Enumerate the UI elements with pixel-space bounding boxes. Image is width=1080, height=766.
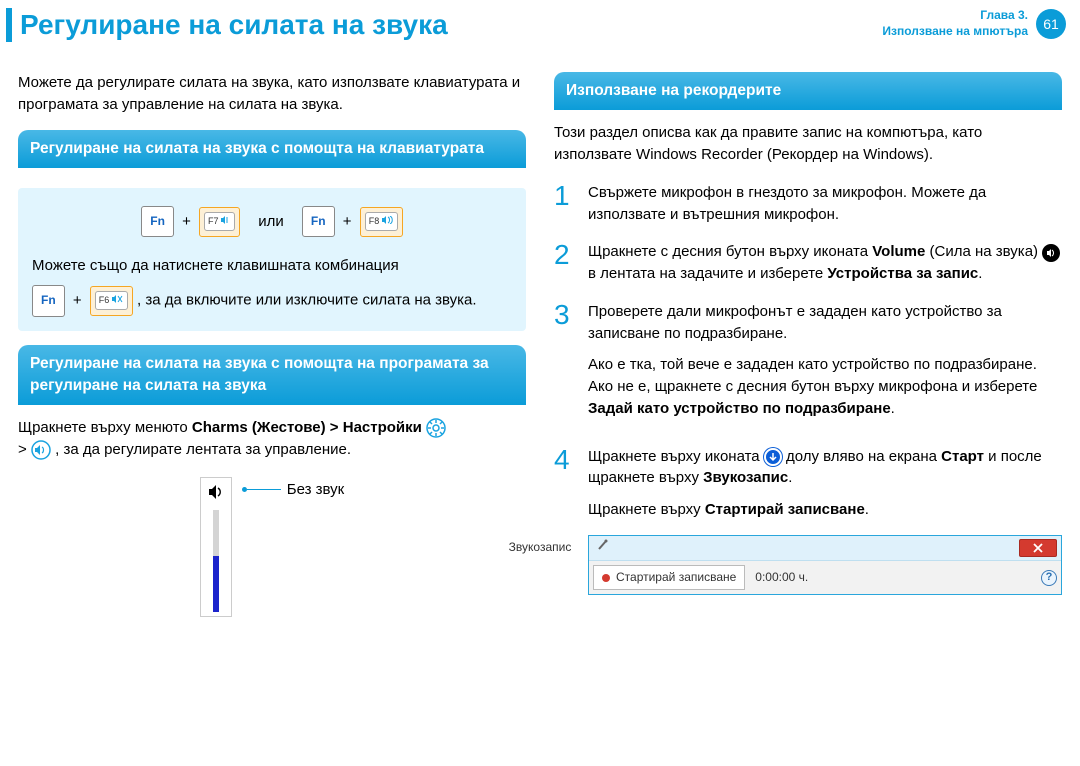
- sound-recorder-window: Звукозапис Стартирай записване 0:00:00 ч…: [588, 535, 1062, 595]
- step4-bold1: Звукозапис: [703, 469, 788, 486]
- left-column: Можете да регулирате силата на звука, ка…: [18, 72, 526, 617]
- right-column: Използване на рекордерите Този раздел оп…: [554, 72, 1062, 617]
- volume-up-icon: [382, 215, 394, 228]
- f7-key: F7: [204, 212, 235, 231]
- step4-start-bold: Старт: [941, 448, 984, 465]
- fn-key-3: Fn: [32, 285, 65, 316]
- start-recording-button[interactable]: Стартирай записване: [593, 565, 745, 590]
- f7-label: F7: [208, 216, 219, 226]
- volume-down-icon: [221, 215, 231, 228]
- step-3-body: Проверете дали микрофонът е зададен като…: [588, 301, 1062, 430]
- step-2-body: Щракнете с десния бутон върху иконата Vo…: [588, 241, 1062, 285]
- step-2: 2 Щракнете с десния бутон върху иконата …: [554, 241, 1062, 285]
- plus-sign-2: +: [343, 213, 352, 230]
- chapter-text: Глава 3. Използване на мпютъра: [882, 8, 1028, 39]
- step4-line2-pre: Щракнете върху: [588, 501, 705, 518]
- mute-icon: [112, 294, 124, 307]
- step2-pre: Щракнете с десния бутон върху иконата: [588, 243, 872, 260]
- charms-line: Щракнете върху менюто Charms (Жестове) >…: [18, 417, 526, 461]
- step3-a: Проверете дали микрофонът е зададен като…: [588, 303, 1002, 342]
- step-num-4: 4: [554, 446, 576, 596]
- f6-key: F6: [95, 291, 128, 310]
- plus-sign: +: [182, 213, 191, 230]
- help-button[interactable]: ?: [1041, 570, 1057, 586]
- section-recorder-title: Използване на рекордерите: [554, 72, 1062, 110]
- fn-key: Fn: [141, 206, 174, 237]
- chapter-badge: Глава 3. Използване на мпютъра 61: [882, 8, 1066, 39]
- or-label: или: [258, 213, 284, 230]
- volume-slider[interactable]: [200, 477, 232, 617]
- step-1-body: Свържете микрофон в гнездото за микрофон…: [588, 182, 1062, 226]
- page-title: Регулиране на силата на звука: [20, 9, 448, 41]
- step-num-2: 2: [554, 241, 576, 285]
- fn-key-2: Fn: [302, 206, 335, 237]
- recorder-intro: Този раздел описва как да правите запис …: [554, 122, 1062, 166]
- f8-key: F8: [365, 212, 398, 231]
- kb-line2: Fn + F6 , за да включите или изключите с…: [32, 285, 512, 316]
- step2-volume-bold: Volume: [872, 243, 925, 260]
- kb-line1: Можете също да натиснете клавишната комб…: [32, 255, 512, 277]
- charms-post: , за да регулирате лентата за управление…: [55, 441, 351, 458]
- start-recording-label: Стартирай записване: [616, 569, 736, 586]
- step-num-1: 1: [554, 182, 576, 226]
- charms-pre: Щракнете върху менюто: [18, 419, 192, 436]
- gear-icon: [426, 418, 446, 438]
- intro-text: Можете да регулирате силата на звука, ка…: [18, 72, 526, 116]
- volume-slider-figure: Без звук: [18, 477, 526, 617]
- chapter-line1: Глава 3.: [882, 8, 1028, 24]
- step2-mid: (Сила на звука): [930, 243, 1043, 260]
- step4-pre: Щракнете върху иконата: [588, 448, 764, 465]
- section-keyboard-title: Регулиране на силата на звука с помощта …: [18, 130, 526, 168]
- recorder-titlebar: Звукозапис: [589, 536, 1061, 560]
- key-combo-row: Fn + F7 или Fn + F8: [32, 206, 512, 237]
- chapter-line2: Използване на мпютъра: [882, 24, 1028, 40]
- down-arrow-icon: [764, 448, 782, 466]
- recording-time: 0:00:00 ч.: [755, 569, 808, 586]
- f8-label: F8: [369, 216, 380, 226]
- step3-b: Ако е тка, той вече е зададен като устро…: [588, 354, 1062, 419]
- page-number-badge: 61: [1036, 9, 1066, 39]
- mute-label: Без звук: [287, 479, 344, 501]
- title-wrap: Регулиране на силата на звука: [6, 8, 448, 42]
- charms-bold: Charms (Жестове) > Настройки: [192, 419, 422, 436]
- step3-b-bold: Задай като устройство по подразбиране: [588, 400, 891, 417]
- step4-mid: долу вляво на екрана: [786, 448, 941, 465]
- f6-key-wrap: F6: [90, 286, 133, 316]
- f6-label: F6: [99, 295, 110, 305]
- content-columns: Можете да регулирате силата на звука, ка…: [0, 60, 1080, 627]
- step-4: 4 Щракнете върху иконата долу вляво на е…: [554, 446, 1062, 596]
- taskbar-volume-icon: [1042, 244, 1060, 262]
- step4-line2: Щракнете върху Стартирай записване.: [588, 499, 1062, 521]
- section-program-title: Регулиране на силата на звука с помощта …: [18, 345, 526, 406]
- record-dot-icon: [602, 574, 610, 582]
- kb-line2-tail: , за да включите или изключите силата на…: [137, 292, 477, 309]
- slider-speaker-icon[interactable]: [208, 484, 224, 506]
- step-3: 3 Проверете дали микрофонът е зададен ка…: [554, 301, 1062, 430]
- keyboard-instruction-box: Fn + F7 или Fn + F8: [18, 188, 526, 331]
- recorder-app-icon: [597, 539, 609, 556]
- title-accent-bar: [6, 8, 12, 42]
- recorder-title-left: [597, 539, 609, 556]
- plus-sign-3: +: [73, 292, 82, 309]
- volume-track[interactable]: [213, 510, 219, 612]
- recorder-body: Стартирай записване 0:00:00 ч. ?: [589, 560, 1061, 594]
- page-header: Регулиране на силата на звука Глава 3. И…: [0, 0, 1080, 60]
- callout-line: [247, 489, 281, 490]
- step2-post1: в лентата на задачите и изберете: [588, 265, 827, 282]
- recorder-title-text: Звукозапис: [509, 539, 572, 556]
- mute-callout: Без звук: [242, 479, 344, 501]
- step-1: 1 Свържете микрофон в гнездото за микроф…: [554, 182, 1062, 226]
- speaker-icon: [31, 440, 51, 460]
- step-4-body: Щракнете върху иконата долу вляво на екр…: [588, 446, 1062, 596]
- f7-key-wrap: F7: [199, 207, 240, 237]
- step3-b-pre: Ако е тка, той вече е зададен като устро…: [588, 356, 1037, 395]
- f8-key-wrap: F8: [360, 207, 403, 237]
- step2-bold: Устройства за запис: [827, 265, 978, 282]
- step-num-3: 3: [554, 301, 576, 430]
- close-button[interactable]: [1019, 539, 1057, 557]
- step4-line2-bold: Стартирай записване: [705, 501, 865, 518]
